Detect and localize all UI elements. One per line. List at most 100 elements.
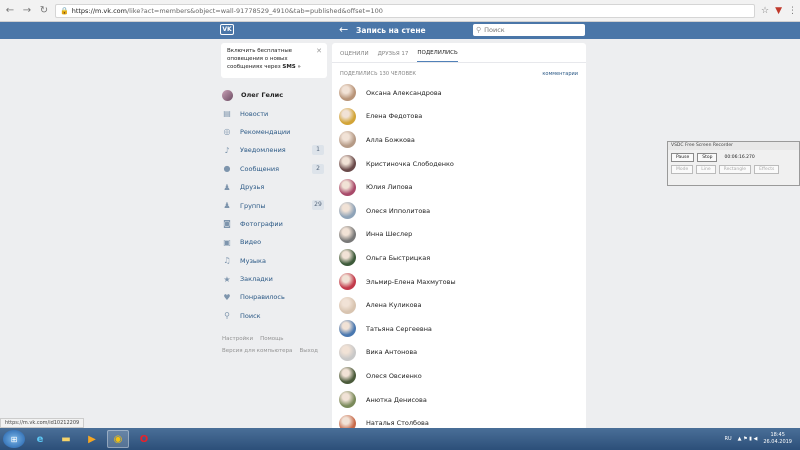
- person-name[interactable]: Татьяна Сергеевна: [366, 325, 432, 333]
- stop-button[interactable]: Stop: [697, 153, 718, 162]
- sidebar-item-notifications[interactable]: ♪ Уведомления 1: [222, 141, 328, 159]
- list-item[interactable]: Ольга Быстрицкая: [332, 246, 586, 270]
- avatar[interactable]: [339, 178, 356, 196]
- sidebar-item-news[interactable]: ▤ Новости: [222, 104, 328, 122]
- tray-icons[interactable]: ▲ ⚑ ▮ ◀: [738, 436, 758, 442]
- tab-friends[interactable]: ДРУЗЬЯ 17: [378, 51, 409, 62]
- settings-link[interactable]: Настройки: [222, 336, 253, 342]
- person-name[interactable]: Кристиночка Слободенко: [366, 160, 454, 168]
- person-name[interactable]: Эльмир-Елена Махмутовы: [366, 278, 456, 286]
- sidebar-item-photos[interactable]: ◙ Фотографии: [222, 215, 328, 233]
- avatar[interactable]: [339, 391, 356, 409]
- person-name[interactable]: Юлия Липова: [366, 183, 413, 191]
- list-item[interactable]: Татьяна Сергеевна: [332, 317, 586, 341]
- effects-button[interactable]: Effects: [754, 165, 780, 174]
- ie-icon[interactable]: e: [29, 430, 51, 448]
- clock[interactable]: 18:45 26.04.2019: [763, 432, 792, 446]
- camera-icon: ◙: [223, 219, 231, 229]
- list-item[interactable]: Анютка Денисова: [332, 388, 586, 412]
- header-back-icon[interactable]: ←: [339, 23, 348, 36]
- list-item[interactable]: Юлия Липова: [332, 175, 586, 199]
- mode-button[interactable]: Mode: [671, 165, 694, 174]
- logout-link[interactable]: Выход: [299, 348, 318, 354]
- person-name[interactable]: Вика Антонова: [366, 348, 417, 356]
- recorder-window: VSDC Free Screen Recorder Pause Stop 00:…: [667, 141, 800, 186]
- avatar[interactable]: [339, 343, 356, 361]
- list-item[interactable]: Олеся Ипполитова: [332, 199, 586, 223]
- notification-sms[interactable]: SMS: [282, 64, 295, 70]
- person-name[interactable]: Алла Божкова: [366, 136, 415, 144]
- clock-date: 26.04.2019: [763, 439, 792, 445]
- avatar[interactable]: [339, 202, 356, 220]
- avatar[interactable]: [339, 84, 356, 102]
- sidebar-item-video[interactable]: ▣ Видео: [222, 233, 328, 251]
- lock-icon: 🔒: [60, 6, 69, 15]
- reload-icon[interactable]: ↻: [37, 4, 51, 18]
- back-icon[interactable]: ←: [3, 4, 17, 18]
- language-indicator[interactable]: RU: [725, 436, 732, 442]
- pause-button[interactable]: Pause: [671, 153, 695, 162]
- person-name[interactable]: Олеся Овсиенко: [366, 372, 422, 380]
- rectangle-button[interactable]: Rectangle: [718, 165, 752, 174]
- start-button[interactable]: ⊞: [3, 430, 25, 448]
- person-name[interactable]: Алена Куликова: [366, 301, 421, 309]
- sidebar-item-bookmarks[interactable]: ★ Закладки: [222, 270, 328, 288]
- list-item[interactable]: Олеся Овсиенко: [332, 364, 586, 388]
- avatar[interactable]: [339, 225, 356, 243]
- person-name[interactable]: Инна Шеслер: [366, 230, 412, 238]
- search-icon: ⚲: [476, 26, 482, 34]
- sidebar-footer: Настройки Помощь Версия для компьютера Вых…: [222, 333, 328, 357]
- sidebar-item-music[interactable]: ♫ Музыка: [222, 252, 328, 270]
- list-item[interactable]: Эльмир-Елена Махмутовы: [332, 270, 586, 294]
- sidebar-item-liked[interactable]: ♥ Понравилось: [222, 288, 328, 306]
- list-item[interactable]: Алла Божкова: [332, 128, 586, 152]
- comments-link[interactable]: комментарии: [542, 71, 578, 77]
- chrome-icon[interactable]: ◉: [107, 430, 129, 448]
- avatar[interactable]: [339, 273, 356, 291]
- sidebar-item-search[interactable]: ⚲ Поиск: [222, 307, 328, 325]
- list-item[interactable]: Оксана Александрова: [332, 81, 586, 105]
- person-name[interactable]: Олеся Ипполитова: [366, 207, 430, 215]
- folder-icon[interactable]: ▬: [55, 430, 77, 448]
- avatar[interactable]: [339, 131, 356, 149]
- media-player-icon[interactable]: ▶: [81, 430, 103, 448]
- avatar[interactable]: [339, 367, 356, 385]
- opera-icon[interactable]: O: [133, 430, 155, 448]
- person-name[interactable]: Оксана Александрова: [366, 89, 442, 97]
- sidebar-item-recommendations[interactable]: ◎ Рекомендации: [222, 123, 328, 141]
- tab-rated[interactable]: ОЦЕНИЛИ: [340, 51, 369, 62]
- list-item[interactable]: Вика Антонова: [332, 341, 586, 365]
- sidebar-item-friends[interactable]: ♟ Друзья: [222, 178, 328, 196]
- sidebar-item-messages[interactable]: ● Сообщения 2: [222, 160, 328, 178]
- person-name[interactable]: Елена Федотова: [366, 112, 422, 120]
- close-icon[interactable]: ✕: [316, 47, 322, 55]
- list-item[interactable]: Инна Шеслер: [332, 223, 586, 247]
- sidebar-item-groups[interactable]: ♟ Группы 29: [222, 196, 328, 214]
- help-link[interactable]: Помощь: [260, 336, 283, 342]
- person-name[interactable]: Ольга Быстрицкая: [366, 254, 430, 262]
- address-bar[interactable]: 🔒 https://m.vk.com /like?act=members&obj…: [55, 3, 755, 18]
- person-name[interactable]: Наталья Столбова: [366, 419, 429, 427]
- avatar[interactable]: [339, 155, 356, 173]
- desktop-version-link[interactable]: Версия для компьютера: [222, 348, 292, 354]
- avatar[interactable]: [339, 296, 356, 314]
- vk-logo[interactable]: VK: [220, 24, 234, 35]
- list-item[interactable]: Кристиночка Слободенко: [332, 152, 586, 176]
- sidebar-item-label: Фотографии: [240, 219, 283, 228]
- avatar[interactable]: [339, 107, 356, 125]
- extension-icon[interactable]: ▼: [775, 6, 782, 16]
- menu-icon[interactable]: ⋮: [788, 6, 797, 16]
- line-button[interactable]: Line: [696, 165, 716, 174]
- search-input[interactable]: [484, 26, 575, 34]
- avatar[interactable]: [339, 249, 356, 267]
- sidebar-item-profile[interactable]: Олег Гелис: [222, 86, 328, 104]
- person-name[interactable]: Анютка Денисова: [366, 396, 427, 404]
- forward-icon[interactable]: →: [20, 4, 34, 18]
- tab-shared[interactable]: ПОДЕЛИЛИСЬ: [417, 50, 458, 62]
- avatar[interactable]: [339, 320, 356, 338]
- list-item[interactable]: Алена Куликова: [332, 293, 586, 317]
- search-box[interactable]: ⚲: [473, 24, 585, 36]
- bookmark-star-icon[interactable]: ☆: [761, 6, 769, 16]
- sidebar-item-label: Закладки: [240, 275, 273, 284]
- list-item[interactable]: Елена Федотова: [332, 105, 586, 129]
